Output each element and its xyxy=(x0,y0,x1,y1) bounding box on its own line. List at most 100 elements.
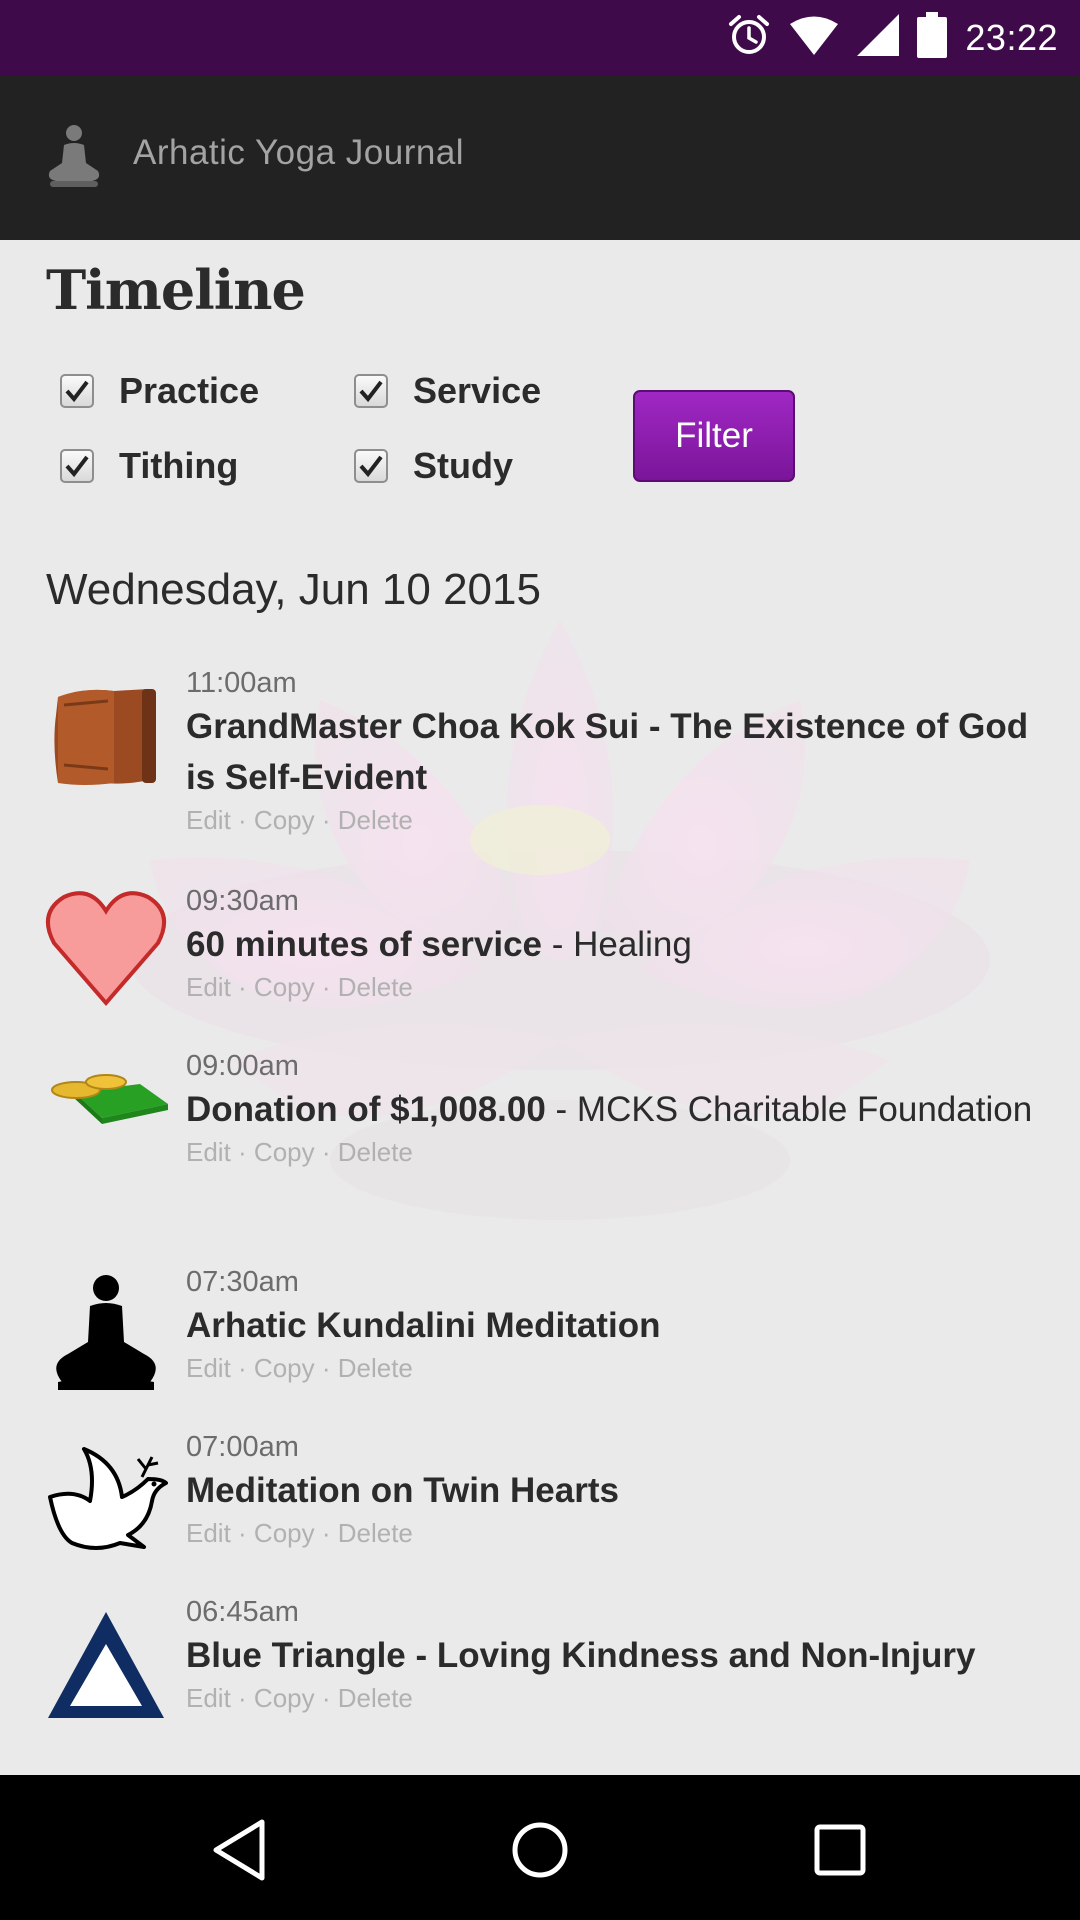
tithing-checkbox[interactable] xyxy=(60,449,94,483)
entry-text: Meditation on Twin Hearts xyxy=(186,1465,1036,1516)
timeline-content[interactable]: Timeline Practice Service Tithing Study … xyxy=(0,240,1080,1775)
service-checkbox[interactable] xyxy=(354,374,388,408)
app-bar: Arhatic Yoga Journal xyxy=(0,75,1080,240)
entry-actions: Edit · Copy · Delete xyxy=(186,803,1036,837)
checkmark-icon xyxy=(359,455,383,478)
practice-label: Practice xyxy=(119,370,260,411)
filter-button[interactable]: Filter xyxy=(633,390,795,482)
checkmark-icon xyxy=(65,380,89,403)
edit-link[interactable]: Edit xyxy=(186,1518,231,1548)
entry-title: Arhatic Kundalini Meditation xyxy=(186,1306,661,1345)
entry-title: GrandMaster Choa Kok Sui - The Existence… xyxy=(186,707,1029,797)
delete-link[interactable]: Delete xyxy=(338,1353,413,1383)
filter-study[interactable]: Study xyxy=(354,445,513,487)
practice-checkbox[interactable] xyxy=(60,374,94,408)
entry-title: Donation of $1,008.00 xyxy=(186,1090,546,1129)
recents-icon[interactable] xyxy=(795,1805,885,1895)
copy-link[interactable]: Copy xyxy=(254,972,315,1002)
entry-time: 09:30am xyxy=(186,885,299,917)
entry-text: Blue Triangle - Loving Kindness and Non-… xyxy=(186,1630,1036,1681)
delete-link[interactable]: Delete xyxy=(338,805,413,835)
entry-actions: Edit · Copy · Delete xyxy=(186,1351,1036,1385)
meditating-figure-icon[interactable] xyxy=(46,123,102,189)
filter-practice[interactable]: Practice xyxy=(60,370,259,412)
study-label: Study xyxy=(413,445,514,486)
entry-title: Meditation on Twin Hearts xyxy=(186,1471,619,1510)
entry-detail: - MCKS Charitable Foundation xyxy=(545,1090,1033,1129)
delete-link[interactable]: Delete xyxy=(338,1518,413,1548)
edit-link[interactable]: Edit xyxy=(186,805,231,835)
status-bar: 23:22 xyxy=(0,0,1080,75)
delete-link[interactable]: Delete xyxy=(338,1683,413,1713)
study-checkbox[interactable] xyxy=(354,449,388,483)
status-icons: 23:22 xyxy=(727,0,1058,75)
filter-service[interactable]: Service xyxy=(354,370,541,412)
entry-time: 07:30am xyxy=(186,1266,299,1298)
edit-link[interactable]: Edit xyxy=(186,972,231,1002)
app-title: Arhatic Yoga Journal xyxy=(133,133,465,172)
copy-link[interactable]: Copy xyxy=(254,1353,315,1383)
money-icon xyxy=(44,1038,168,1162)
entry-body: 06:45am Blue Triangle - Loving Kindness … xyxy=(186,1594,1036,1715)
entry-title: 60 minutes of service xyxy=(186,925,542,964)
entry-time: 11:00am xyxy=(186,667,297,699)
triangle-icon xyxy=(44,1604,168,1728)
entry-body: 07:00am Meditation on Twin Hearts Edit ·… xyxy=(186,1429,1036,1550)
back-icon[interactable] xyxy=(195,1805,285,1895)
entry-body: 09:30am 60 minutes of service - Healing … xyxy=(186,883,1036,1004)
checkmark-icon xyxy=(359,380,383,403)
tithing-label: Tithing xyxy=(119,445,239,486)
entry-time: 09:00am xyxy=(186,1050,299,1082)
copy-link[interactable]: Copy xyxy=(254,1683,315,1713)
page-title: Timeline xyxy=(46,258,306,322)
action-separator: · xyxy=(314,1683,338,1713)
copy-link[interactable]: Copy xyxy=(254,805,315,835)
entry-time: 07:00am xyxy=(186,1431,299,1463)
edit-link[interactable]: Edit xyxy=(186,1137,231,1167)
entry-body: 07:30am Arhatic Kundalini Meditation Edi… xyxy=(186,1264,1036,1385)
action-separator: · xyxy=(230,1137,254,1167)
edit-link[interactable]: Edit xyxy=(186,1353,231,1383)
action-separator: · xyxy=(230,1518,254,1548)
entry-text: GrandMaster Choa Kok Sui - The Existence… xyxy=(186,701,1036,803)
entry-actions: Edit · Copy · Delete xyxy=(186,1135,1036,1169)
service-label: Service xyxy=(413,370,542,411)
copy-link[interactable]: Copy xyxy=(254,1518,315,1548)
entry-text: 60 minutes of service - Healing xyxy=(186,919,1036,970)
entry-title: Blue Triangle - Loving Kindness and Non-… xyxy=(186,1636,976,1675)
entry-body: 11:00am GrandMaster Choa Kok Sui - The E… xyxy=(186,665,1036,837)
action-separator: · xyxy=(314,1353,338,1383)
entry-detail: - Healing xyxy=(542,925,692,964)
entry-actions: Edit · Copy · Delete xyxy=(186,1681,1036,1715)
action-separator: · xyxy=(230,805,254,835)
action-separator: · xyxy=(314,1137,338,1167)
entry-actions: Edit · Copy · Delete xyxy=(186,970,1036,1004)
action-separator: · xyxy=(314,1518,338,1548)
book-icon xyxy=(44,675,168,799)
entry-text: Donation of $1,008.00 - MCKS Charitable … xyxy=(186,1084,1036,1135)
date-heading: Wednesday, Jun 10 2015 xyxy=(46,565,541,614)
entry-body: 09:00am Donation of $1,008.00 - MCKS Cha… xyxy=(186,1048,1036,1169)
delete-link[interactable]: Delete xyxy=(338,972,413,1002)
entry-text: Arhatic Kundalini Meditation xyxy=(186,1300,1036,1351)
meditation-icon xyxy=(44,1272,168,1396)
action-separator: · xyxy=(230,1353,254,1383)
checkmark-icon xyxy=(65,455,89,478)
filter-tithing[interactable]: Tithing xyxy=(60,445,238,487)
home-icon[interactable] xyxy=(495,1805,585,1895)
navigation-bar xyxy=(0,1775,1080,1920)
delete-link[interactable]: Delete xyxy=(338,1137,413,1167)
entry-time: 06:45am xyxy=(186,1596,299,1628)
copy-link[interactable]: Copy xyxy=(254,1137,315,1167)
status-time: 23:22 xyxy=(965,16,1058,58)
entry-actions: Edit · Copy · Delete xyxy=(186,1516,1036,1550)
heart-icon xyxy=(44,883,168,1007)
action-separator: · xyxy=(314,972,338,1002)
action-separator: · xyxy=(314,805,338,835)
action-separator: · xyxy=(230,1683,254,1713)
wifi-icon xyxy=(789,15,839,60)
edit-link[interactable]: Edit xyxy=(186,1683,231,1713)
dove-icon xyxy=(44,1439,168,1563)
battery-icon xyxy=(917,12,948,63)
alarm-icon xyxy=(727,13,771,62)
